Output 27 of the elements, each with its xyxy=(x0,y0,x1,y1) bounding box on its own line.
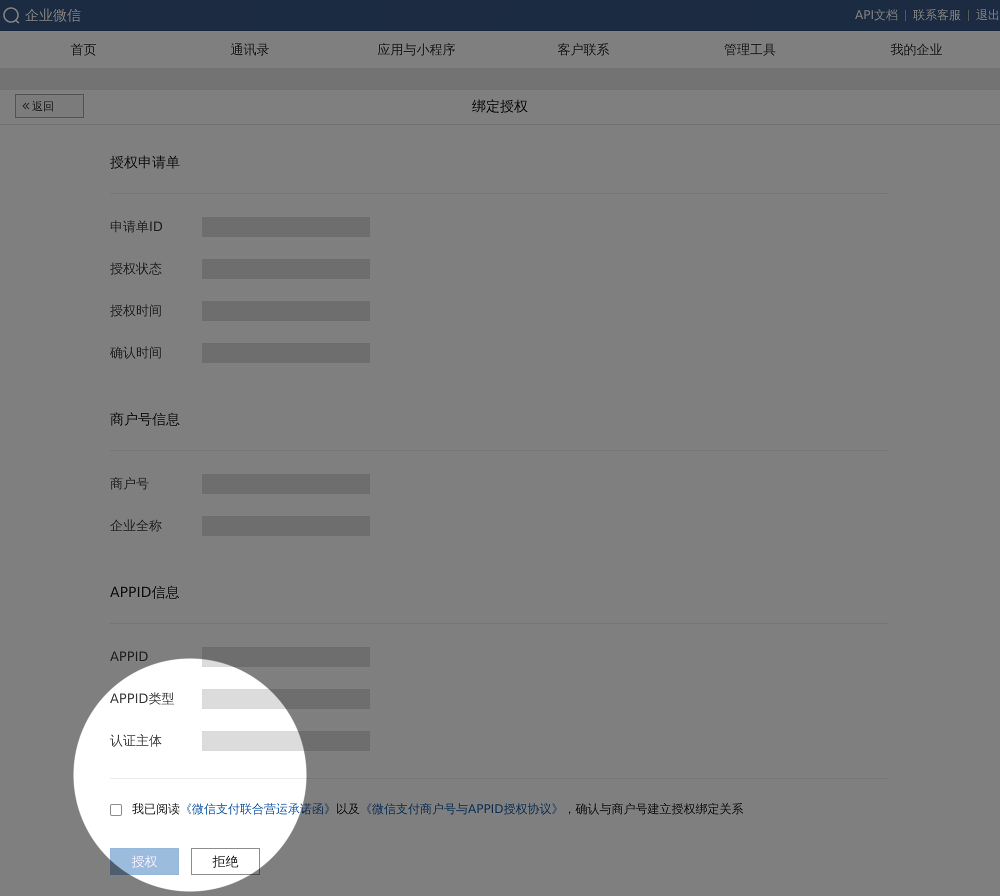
field-label: 认证主体 xyxy=(110,733,163,750)
double-chevron-icon xyxy=(22,102,30,110)
agreement-link[interactable]: 《微信支付商户号与APPID授权协议》 xyxy=(360,802,564,816)
agreement-checkbox[interactable] xyxy=(110,804,122,816)
nav-tab[interactable]: 应用与小程序 xyxy=(333,40,500,58)
header-link[interactable]: API文档 xyxy=(855,7,898,24)
field-label: APPID类型 xyxy=(110,691,176,708)
section-title: APPID信息 xyxy=(110,555,888,624)
field-label: 申请单ID xyxy=(110,219,164,236)
logo-icon xyxy=(2,6,22,26)
field-label: 确认时间 xyxy=(110,345,163,362)
field-label: APPID xyxy=(110,650,150,664)
nav-tab[interactable]: 管理工具 xyxy=(666,40,834,58)
field-label: 企业全称 xyxy=(110,518,163,535)
header-link[interactable]: 退出 xyxy=(976,7,1000,24)
section-title: 授权申请单 xyxy=(110,125,888,194)
header-link[interactable]: 联系客服 xyxy=(913,7,961,24)
field-label: 授权状态 xyxy=(110,261,163,278)
field-label: 商户号 xyxy=(110,476,150,493)
nav-tab[interactable]: 通讯录 xyxy=(166,40,334,58)
field-label: 授权时间 xyxy=(110,303,163,320)
nav-tab[interactable]: 客户联系 xyxy=(500,40,667,58)
section-title: 商户号信息 xyxy=(110,382,888,451)
logo-text: 企业微信 xyxy=(25,6,81,24)
reject-button[interactable]: 拒绝 xyxy=(191,848,260,875)
page-title: 绑定授权 xyxy=(472,98,528,116)
back-button[interactable]: 返回 xyxy=(15,94,84,118)
